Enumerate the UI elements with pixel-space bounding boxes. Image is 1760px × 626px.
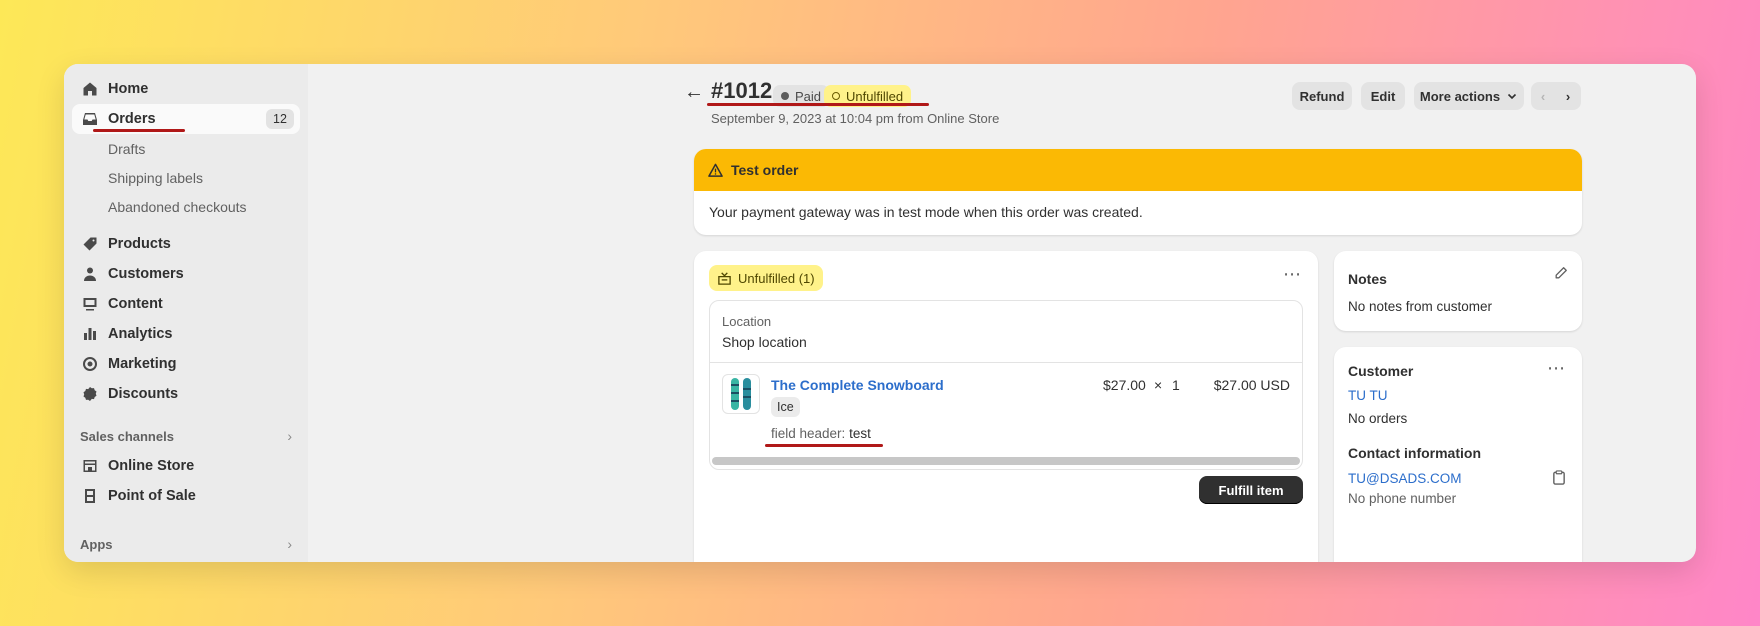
location-value: Shop location: [722, 334, 807, 350]
back-arrow-icon[interactable]: ←: [684, 81, 704, 104]
divider: [710, 362, 1302, 363]
sidebar-item-label: Point of Sale: [108, 488, 196, 504]
sidebar-subitem-abandoned-checkouts[interactable]: Abandoned checkouts: [72, 192, 300, 221]
test-order-banner: Test order Your payment gateway was in t…: [694, 149, 1582, 235]
quantity: 1: [1172, 377, 1180, 393]
line-total: $27.00 USD: [1213, 377, 1290, 393]
banner-message: Your payment gateway was in test mode wh…: [709, 204, 1143, 220]
field-label: field header:: [771, 426, 846, 441]
sidebar-item-customers[interactable]: Customers: [72, 259, 300, 289]
fulfill-item-button[interactable]: Fulfill item: [1199, 476, 1303, 504]
product-name-link[interactable]: The Complete Snowboard: [771, 377, 944, 393]
customer-name-link[interactable]: TU TU: [1348, 388, 1388, 403]
sidebar-subitem-drafts[interactable]: Drafts: [72, 134, 300, 163]
notes-title: Notes: [1348, 271, 1387, 287]
sidebar-item-label: Orders: [108, 111, 156, 127]
sidebar-item-label: Products: [108, 236, 171, 252]
more-options-icon[interactable]: ⋯: [1547, 358, 1566, 379]
sidebar-item-label: Online Store: [108, 458, 195, 474]
orders-count-badge: 12: [266, 109, 294, 129]
warning-icon: [708, 163, 723, 178]
sidebar-item-online-store[interactable]: Online Store: [72, 451, 300, 481]
sidebar-subitem-shipping-labels[interactable]: Shipping labels: [72, 163, 300, 192]
snowboard-icon: [731, 378, 751, 410]
next-order-button[interactable]: ›: [1555, 82, 1581, 110]
sidebar-item-analytics[interactable]: Analytics: [72, 319, 300, 349]
sidebar-item-label: Analytics: [108, 326, 173, 342]
paid-badge-label: Paid: [795, 88, 822, 104]
sidebar-item-marketing[interactable]: Marketing: [72, 349, 300, 379]
unfulfilled-count-badge: Unfulfilled (1): [709, 265, 823, 291]
sidebar-item-discounts[interactable]: Discounts: [72, 379, 300, 409]
line-items-box: Location Shop location The Complete Snow…: [709, 300, 1303, 470]
notes-text: No notes from customer: [1348, 299, 1493, 314]
status-dot-icon: [781, 92, 789, 100]
customer-orders: No orders: [1348, 411, 1408, 426]
sales-channels-header[interactable]: Sales channels ›: [72, 421, 300, 451]
content-icon: [80, 294, 100, 314]
field-value: test: [849, 426, 871, 441]
tag-icon: [80, 234, 100, 254]
sidebar-item-label: Home: [108, 81, 149, 97]
location-label: Location: [722, 314, 772, 329]
customer-phone: No phone number: [1348, 491, 1457, 506]
banner-header: Test order: [694, 149, 1582, 191]
annotation-underline-title: [707, 103, 929, 106]
order-subtitle: September 9, 2023 at 10:04 pm from Onlin…: [711, 111, 1000, 126]
apps-label: Apps: [80, 536, 113, 552]
page-title: #1012: [711, 78, 773, 103]
unfulfilled-count-label: Unfulfilled (1): [738, 270, 815, 286]
sales-channels-label: Sales channels: [80, 428, 174, 444]
unfulfilled-box-icon: [718, 271, 731, 285]
sidebar: Home Orders 12 Drafts Shipping labels Ab…: [64, 64, 308, 562]
more-actions-label: More actions: [1419, 88, 1501, 104]
home-icon: [80, 79, 100, 99]
unfulfilled-badge-label: Unfulfilled: [846, 88, 904, 104]
chevron-right-icon: ›: [287, 428, 292, 444]
sidebar-item-label: Marketing: [108, 356, 177, 372]
inbox-icon: [80, 109, 100, 129]
horizontal-scrollbar[interactable]: [712, 457, 1300, 465]
fulfillment-card: Unfulfilled (1) ⋯ Location Shop location…: [694, 251, 1318, 562]
custom-field: field header: test: [771, 426, 871, 441]
app-window: Home Orders 12 Drafts Shipping labels Ab…: [64, 64, 1696, 562]
store-icon: [80, 456, 100, 476]
customer-email-link[interactable]: TU@DSADS.COM: [1348, 471, 1461, 486]
person-icon: [80, 264, 100, 284]
clipboard-icon[interactable]: [1552, 470, 1566, 490]
annotation-underline-field: [765, 444, 883, 447]
discount-icon: [80, 384, 100, 404]
sidebar-item-label: Customers: [108, 266, 184, 282]
product-thumbnail: [722, 374, 760, 414]
more-options-icon[interactable]: ⋯: [1283, 264, 1302, 285]
customer-title: Customer: [1348, 363, 1414, 379]
sidebar-item-products[interactable]: Products: [72, 229, 300, 259]
status-ring-icon: [832, 92, 840, 100]
more-actions-button[interactable]: More actions: [1414, 82, 1524, 110]
bar-chart-icon: [80, 324, 100, 344]
pencil-icon[interactable]: [1554, 266, 1568, 285]
sidebar-item-label: Discounts: [108, 386, 179, 402]
chevron-down-icon: [1508, 93, 1517, 100]
previous-order-button[interactable]: ‹: [1531, 82, 1555, 110]
sidebar-item-content[interactable]: Content: [72, 289, 300, 319]
contact-information-title: Contact information: [1348, 445, 1481, 461]
sidebar-item-label: Content: [108, 296, 163, 312]
chevron-right-icon: ›: [287, 536, 292, 552]
apps-header[interactable]: Apps ›: [72, 529, 300, 559]
variant-badge: Ice: [771, 397, 800, 417]
times-symbol: ×: [1154, 377, 1163, 393]
sidebar-item-point-of-sale[interactable]: Point of Sale: [72, 481, 300, 511]
notes-card: Notes No notes from customer: [1334, 251, 1582, 331]
pos-icon: [80, 486, 100, 506]
annotation-underline-orders: [93, 129, 185, 132]
customer-card: Customer ⋯ TU TU No orders Contact infor…: [1334, 347, 1582, 562]
target-icon: [80, 354, 100, 374]
refund-button[interactable]: Refund: [1292, 82, 1352, 110]
sidebar-item-home[interactable]: Home: [72, 74, 300, 104]
unit-price: $27.00: [1103, 377, 1146, 393]
edit-button[interactable]: Edit: [1361, 82, 1405, 110]
banner-title: Test order: [731, 162, 799, 178]
